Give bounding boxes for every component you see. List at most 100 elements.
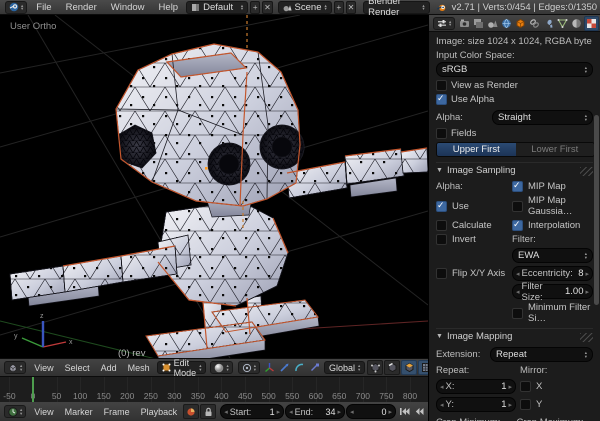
lock-button[interactable] <box>200 404 216 419</box>
dropdown-arrows-icon: ▴▾ <box>358 364 360 371</box>
current-frame-playhead[interactable] <box>32 377 34 402</box>
properties-scrollbar[interactable] <box>594 115 599 305</box>
jump-to-start-button[interactable] <box>397 405 411 418</box>
image-mapping-panel-header[interactable]: ▼Image Mapping <box>436 328 593 344</box>
render-layers-tab-icon[interactable] <box>472 17 485 30</box>
scale-manipulator-icon[interactable] <box>308 361 322 374</box>
input-color-space-select[interactable]: sRGB▴▾ <box>436 62 593 77</box>
timeline-ruler[interactable]: -500501001502002503003504004505005506006… <box>0 377 428 403</box>
viewport-header: ▴▾ View Select Add Mesh Edit Mode ▴▾ ▴▾ … <box>0 358 428 377</box>
blender-menu-button[interactable]: ▴▾ <box>5 1 27 14</box>
previous-keyframe-button[interactable] <box>412 405 426 418</box>
auto-keyframe-button[interactable] <box>183 404 199 419</box>
use-alpha-checkbox[interactable] <box>436 94 447 105</box>
eccentricity-field[interactable]: ◂Eccentricity:8▸ <box>512 266 593 281</box>
dropdown-arrows-icon: ▴▾ <box>199 364 201 371</box>
face-select-mode-button[interactable] <box>401 360 417 375</box>
current-frame-field[interactable]: ◂0▸ <box>346 404 396 419</box>
modifiers-tab-icon[interactable] <box>542 17 555 30</box>
timeline-header: ▴▾ View Marker Frame Playback ◂Start:1▸ … <box>0 402 428 421</box>
filter-label: Filter: <box>512 234 593 245</box>
mirror-y-checkbox[interactable] <box>520 399 531 410</box>
delete-layout-button[interactable]: ✕ <box>262 1 272 14</box>
menu-view[interactable]: View <box>29 363 58 373</box>
calculate-checkbox[interactable] <box>436 220 447 231</box>
menu-add[interactable]: Add <box>96 363 122 373</box>
pivot-icon <box>242 363 252 373</box>
invert-checkbox[interactable] <box>436 234 447 245</box>
properties-header: ▴▾ <box>429 15 600 32</box>
editor-type-button[interactable]: ▴▾ <box>4 361 26 374</box>
scene-icon <box>283 3 292 12</box>
texture-tab-icon[interactable] <box>584 16 599 31</box>
menu-file[interactable]: File <box>29 2 58 13</box>
translate-manipulator-icon[interactable] <box>278 361 292 374</box>
dropdown-arrows-icon: ▴▾ <box>20 364 22 371</box>
menu-help[interactable]: Help <box>152 2 186 13</box>
menu-render[interactable]: Render <box>59 2 104 13</box>
shading-sphere-icon <box>214 363 224 373</box>
scene-select[interactable]: Scene ▴▾ <box>278 1 332 14</box>
extension-select[interactable]: Repeat▴▾ <box>490 347 593 362</box>
pivot-point-button[interactable]: ▴▾ <box>238 361 260 374</box>
lower-first-button[interactable]: Lower First <box>516 143 595 156</box>
upper-first-button[interactable]: Upper First <box>437 143 516 156</box>
dropdown-arrows-icon: ▴▾ <box>422 4 424 11</box>
filter-select[interactable]: EWA▴▾ <box>512 248 593 263</box>
menu-frame[interactable]: Frame <box>99 407 135 417</box>
menu-marker[interactable]: Marker <box>60 407 98 417</box>
alpha-mode-select[interactable]: Straight▴▾ <box>492 110 593 125</box>
repeat-y-field[interactable]: ◂Y:1▸ <box>436 397 516 412</box>
viewport-3d[interactable]: xyz User Ortho (0) rev <box>0 15 428 358</box>
delete-scene-button[interactable]: ✕ <box>346 1 356 14</box>
image-sampling-panel-header[interactable]: ▼Image Sampling <box>436 162 593 178</box>
object-tab-icon[interactable] <box>514 17 527 30</box>
minimum-filter-checkbox[interactable] <box>512 308 523 319</box>
world-tab-icon[interactable] <box>500 17 513 30</box>
menu-tl-view[interactable]: View <box>29 407 58 417</box>
vertex-select-mode-button[interactable] <box>367 360 383 375</box>
mip-map-gauss-checkbox[interactable] <box>512 201 523 212</box>
transform-orientation-select[interactable]: Global ▴▾ <box>324 361 365 374</box>
mirror-x-checkbox[interactable] <box>520 381 531 392</box>
render-tab-icon[interactable] <box>458 17 471 30</box>
filter-size-field[interactable]: ◂Filter Size:1.00▸ <box>512 284 593 299</box>
material-tab-icon[interactable] <box>570 17 583 30</box>
fields-checkbox[interactable] <box>436 128 447 139</box>
interpolation-checkbox[interactable] <box>512 220 523 231</box>
constraints-tab-icon[interactable] <box>528 17 541 30</box>
add-layout-button[interactable]: + <box>250 1 260 14</box>
dropdown-arrows-icon: ▴▾ <box>324 4 326 11</box>
frame-start-field[interactable]: ◂Start:1▸ <box>220 404 284 419</box>
3d-viewport-canvas[interactable]: xyz <box>0 15 428 358</box>
menu-window[interactable]: Window <box>104 2 152 13</box>
manipulator-toggle-icon[interactable] <box>263 361 277 374</box>
edge-select-mode-button[interactable] <box>384 360 400 375</box>
alpha-label: Alpha: <box>436 112 488 123</box>
scene-tab-icon[interactable] <box>486 17 499 30</box>
svg-text:x: x <box>69 339 73 346</box>
timeline-editor-type-button[interactable]: ▴▾ <box>4 405 26 418</box>
menu-mesh[interactable]: Mesh <box>123 363 155 373</box>
repeat-x-field[interactable]: ◂X:1▸ <box>436 379 516 394</box>
mode-select[interactable]: Edit Mode ▴▾ <box>157 361 207 374</box>
viewport-shading-button[interactable]: ▴▾ <box>210 361 232 374</box>
object-data-tab-icon[interactable] <box>556 17 569 30</box>
blender-logo-icon <box>9 2 19 12</box>
sampling-alpha-label: Alpha: <box>436 181 508 192</box>
blender-window: ▴▾ File Render Window Help Default ▴▾ + … <box>0 0 600 421</box>
view-as-render-checkbox[interactable] <box>436 80 447 91</box>
dropdown-arrows-icon: ▴▾ <box>449 20 451 27</box>
mip-map-checkbox[interactable] <box>512 181 523 192</box>
alpha-use-checkbox[interactable] <box>436 201 447 212</box>
svg-text:z: z <box>40 313 44 320</box>
render-engine-select[interactable]: Blender Render ▴▾ <box>363 1 430 14</box>
frame-end-field[interactable]: ◂End:34▸ <box>285 404 345 419</box>
screen-layout-select[interactable]: Default ▴▾ <box>186 1 248 14</box>
flip-xy-checkbox[interactable] <box>436 268 447 279</box>
add-scene-button[interactable]: + <box>334 1 344 14</box>
menu-playback[interactable]: Playback <box>136 407 183 417</box>
menu-select[interactable]: Select <box>60 363 95 373</box>
rotate-manipulator-icon[interactable] <box>293 361 307 374</box>
properties-editor-type-button[interactable]: ▴▾ <box>433 17 455 30</box>
